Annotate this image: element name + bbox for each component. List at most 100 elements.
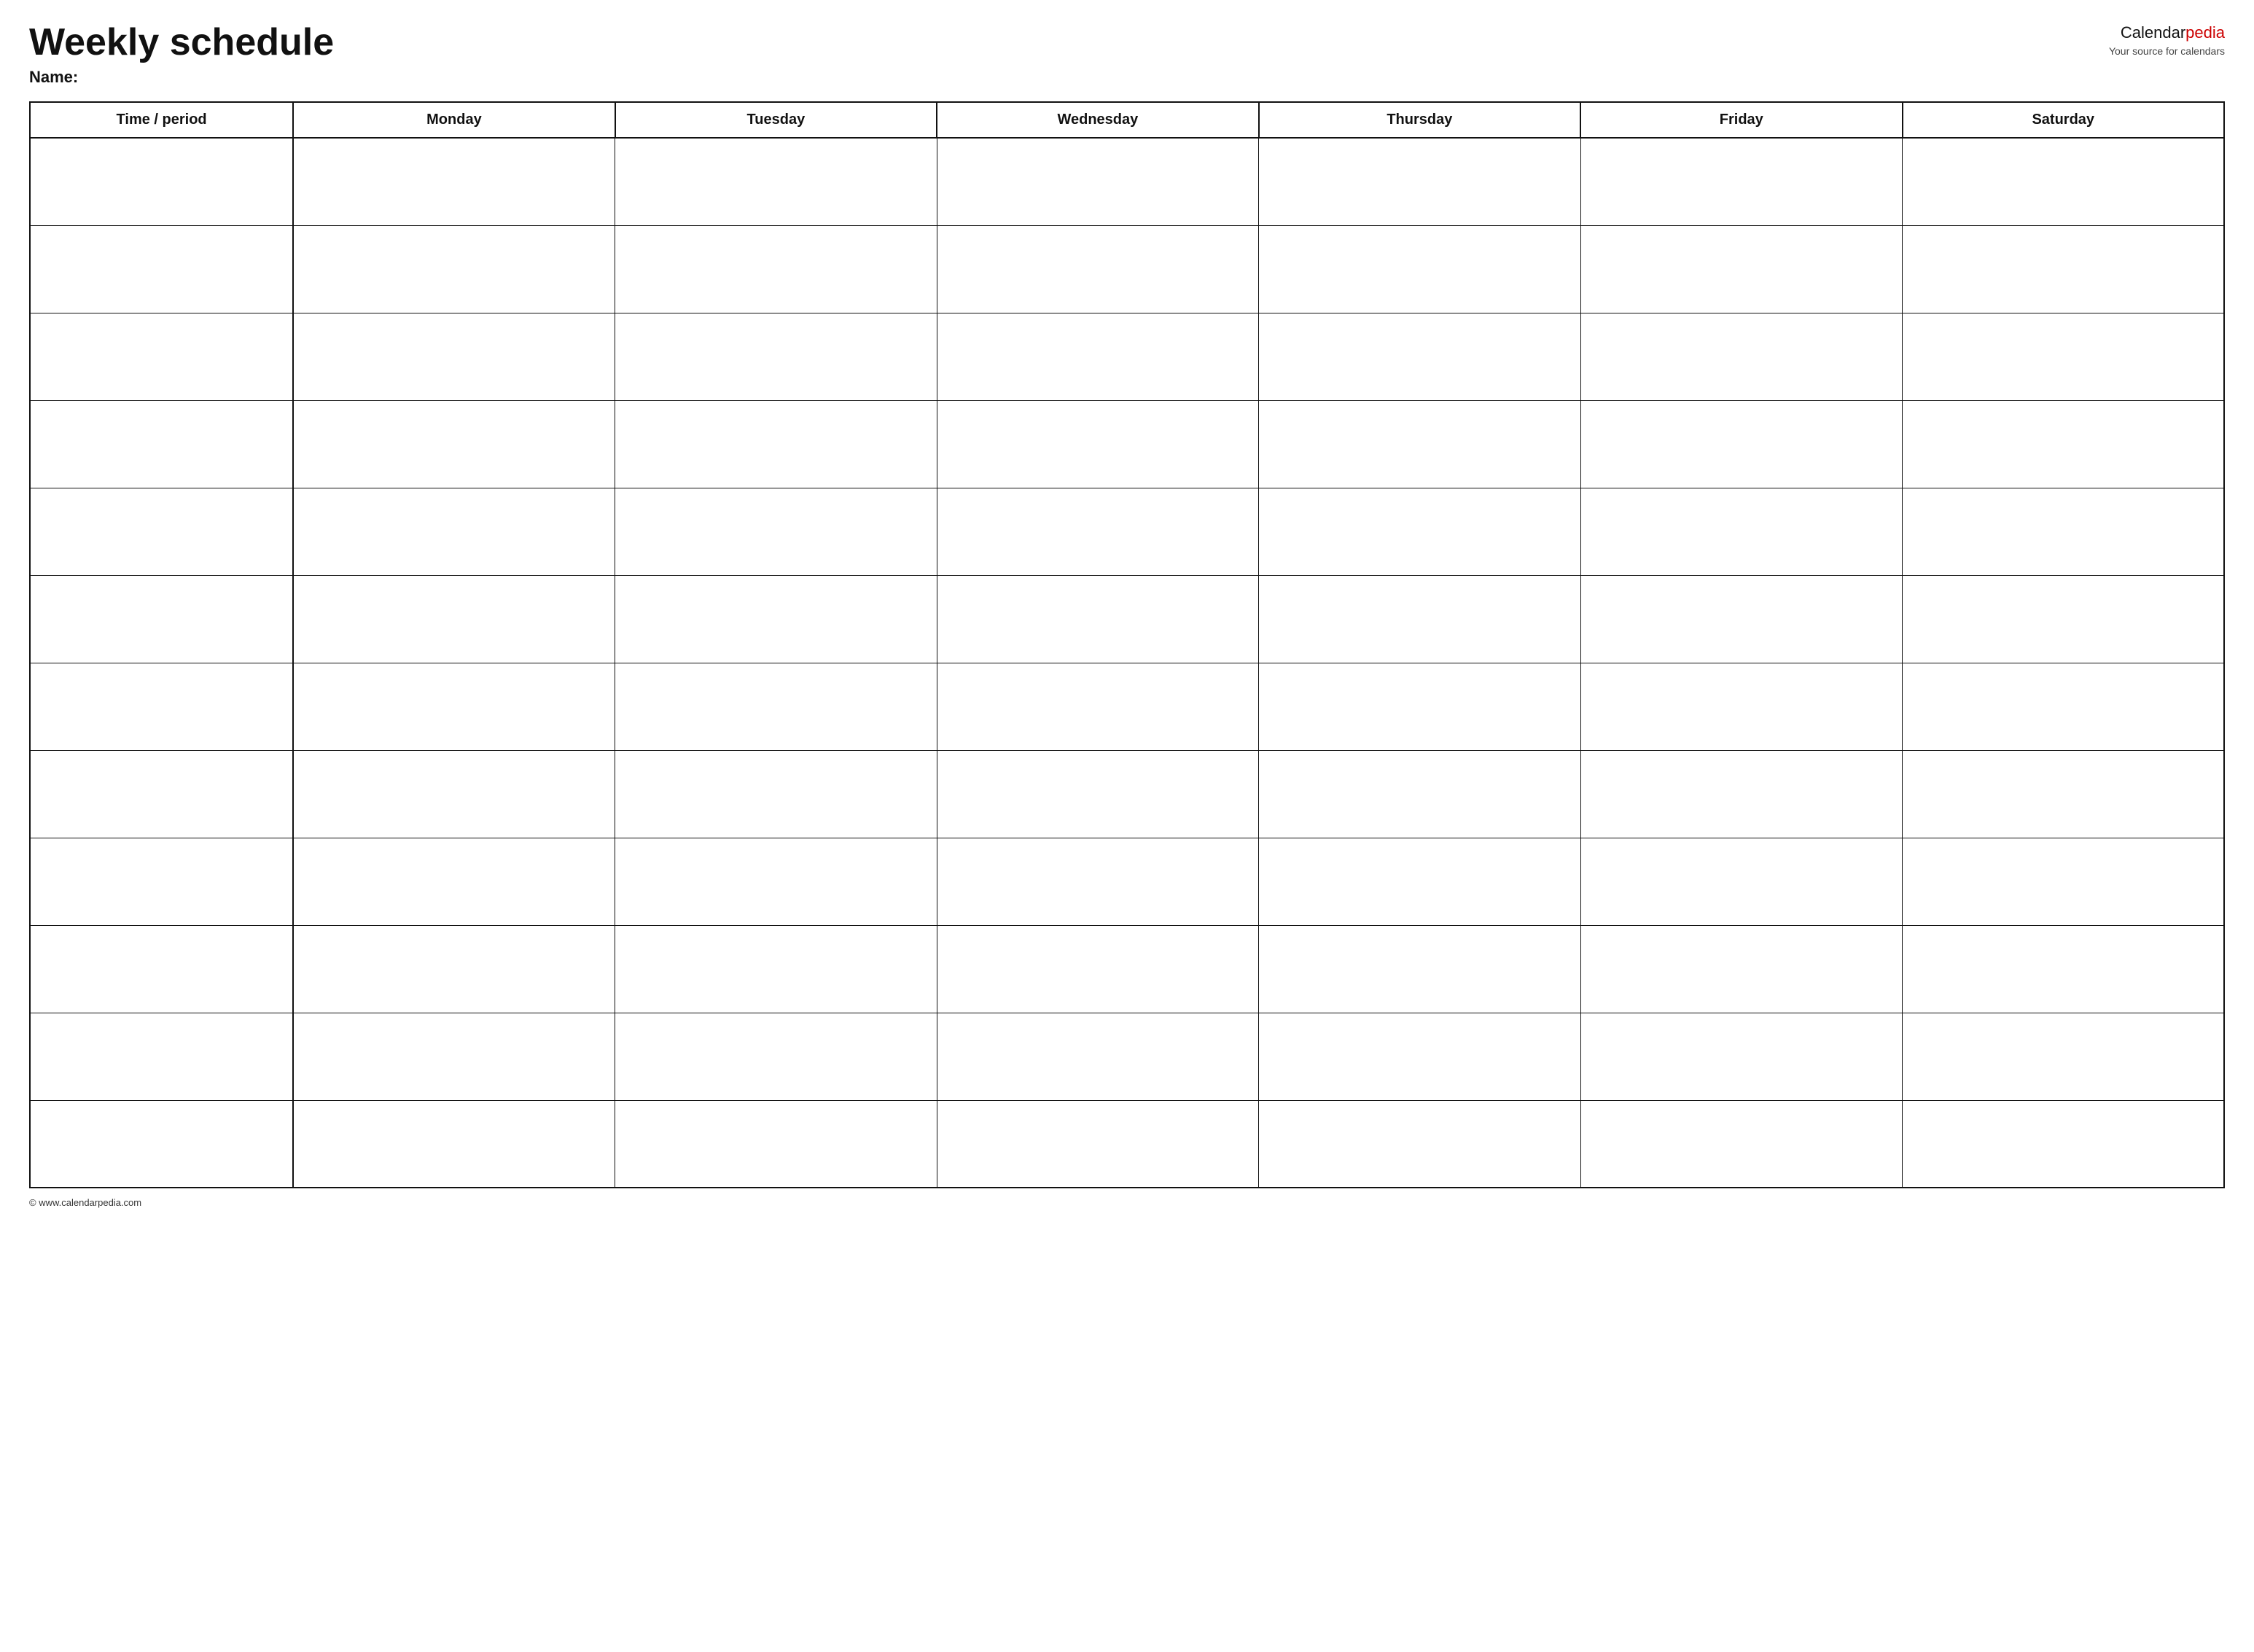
table-cell [1903, 925, 2224, 1013]
table-cell [1580, 138, 1902, 225]
table-cell [615, 1013, 937, 1100]
header-row: Time / period Monday Tuesday Wednesday T… [30, 102, 2224, 138]
table-cell [937, 1013, 1258, 1100]
table-row [30, 138, 2224, 225]
table-cell [1580, 838, 1902, 925]
table-cell [1259, 225, 1580, 313]
table-cell [30, 400, 293, 488]
table-cell [1259, 575, 1580, 663]
table-cell [30, 488, 293, 575]
table-cell [615, 400, 937, 488]
table-row [30, 750, 2224, 838]
table-row [30, 1013, 2224, 1100]
logo-text: Calendarpedia [2109, 22, 2225, 44]
table-cell [293, 925, 615, 1013]
table-cell [1903, 400, 2224, 488]
table-cell [615, 138, 937, 225]
table-cell [937, 750, 1258, 838]
table-row [30, 925, 2224, 1013]
table-cell [1259, 838, 1580, 925]
col-saturday: Saturday [1903, 102, 2224, 138]
table-cell [30, 1100, 293, 1188]
table-cell [1259, 750, 1580, 838]
table-cell [293, 1100, 615, 1188]
page-header: Weekly schedule Name: Calendarpedia Your… [29, 22, 2225, 87]
table-row [30, 488, 2224, 575]
table-row [30, 1100, 2224, 1188]
table-cell [615, 750, 937, 838]
table-cell [1259, 313, 1580, 400]
table-cell [937, 1100, 1258, 1188]
table-cell [1903, 1013, 2224, 1100]
table-cell [30, 1013, 293, 1100]
table-cell [1580, 575, 1902, 663]
table-cell [937, 138, 1258, 225]
table-cell [1580, 225, 1902, 313]
table-body [30, 138, 2224, 1188]
table-cell [937, 400, 1258, 488]
table-cell [1903, 750, 2224, 838]
table-cell [1259, 400, 1580, 488]
table-cell [293, 575, 615, 663]
table-cell [615, 1100, 937, 1188]
table-cell [937, 225, 1258, 313]
table-cell [1580, 400, 1902, 488]
col-time: Time / period [30, 102, 293, 138]
table-cell [615, 313, 937, 400]
table-cell [30, 313, 293, 400]
table-cell [1580, 750, 1902, 838]
table-cell [30, 225, 293, 313]
table-cell [937, 313, 1258, 400]
table-cell [293, 313, 615, 400]
footer-text: © www.calendarpedia.com [29, 1197, 141, 1208]
table-cell [1903, 575, 2224, 663]
table-cell [615, 575, 937, 663]
table-cell [1259, 663, 1580, 750]
table-cell [1580, 1100, 1902, 1188]
table-cell [293, 488, 615, 575]
table-cell [615, 838, 937, 925]
logo-sub: Your source for calendars [2109, 44, 2225, 59]
table-cell [1259, 925, 1580, 1013]
table-header: Time / period Monday Tuesday Wednesday T… [30, 102, 2224, 138]
footer: © www.calendarpedia.com [29, 1197, 2225, 1208]
table-cell [1259, 138, 1580, 225]
table-cell [1903, 138, 2224, 225]
table-cell [615, 925, 937, 1013]
table-cell [1580, 488, 1902, 575]
table-cell [937, 838, 1258, 925]
table-cell [1580, 925, 1902, 1013]
table-row [30, 575, 2224, 663]
table-cell [1903, 1100, 2224, 1188]
table-cell [293, 838, 615, 925]
table-cell [1259, 488, 1580, 575]
table-cell [293, 400, 615, 488]
table-row [30, 400, 2224, 488]
table-row [30, 663, 2224, 750]
table-row [30, 313, 2224, 400]
table-cell [1903, 663, 2224, 750]
table-cell [615, 488, 937, 575]
main-title: Weekly schedule [29, 22, 334, 63]
table-row [30, 225, 2224, 313]
table-cell [937, 663, 1258, 750]
logo-pedia-text: pedia [2185, 23, 2225, 42]
table-cell [1903, 488, 2224, 575]
table-cell [293, 663, 615, 750]
table-cell [1580, 663, 1902, 750]
table-cell [30, 750, 293, 838]
logo-calendar-text: Calendar [2121, 23, 2185, 42]
table-cell [1903, 225, 2224, 313]
col-wednesday: Wednesday [937, 102, 1258, 138]
table-cell [937, 575, 1258, 663]
schedule-table: Time / period Monday Tuesday Wednesday T… [29, 101, 2225, 1188]
table-cell [615, 225, 937, 313]
table-cell [293, 1013, 615, 1100]
table-cell [30, 138, 293, 225]
table-cell [615, 663, 937, 750]
table-cell [937, 488, 1258, 575]
table-cell [293, 750, 615, 838]
table-row [30, 838, 2224, 925]
col-monday: Monday [293, 102, 615, 138]
table-cell [1580, 313, 1902, 400]
